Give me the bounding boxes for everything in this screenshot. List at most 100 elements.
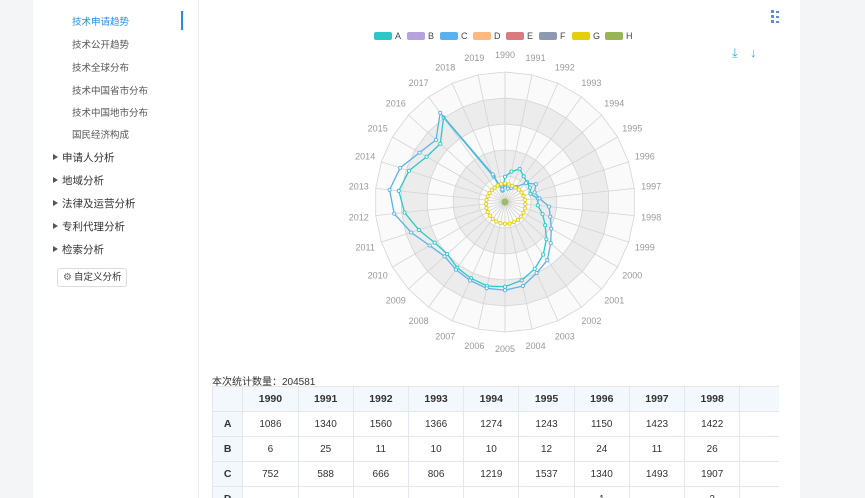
radar-point-a (396, 188, 401, 193)
radar-point-g (522, 197, 527, 202)
legend-item-a[interactable]: A (374, 31, 401, 41)
table-cell: 2 (684, 486, 741, 498)
radar-point-a (527, 185, 533, 190)
radar-axis-label: 2014 (355, 152, 375, 162)
sidebar-group-region[interactable]: 地域分析 (53, 173, 104, 188)
radar-point-g (521, 210, 526, 215)
legend-item-c[interactable]: C (440, 31, 468, 41)
legend-item-g[interactable]: G (572, 31, 600, 41)
radar-axis-label: 2012 (349, 212, 369, 222)
sidebar-group-legal[interactable]: 法律及运营分析 (53, 196, 136, 211)
right-scroll-strip (779, 0, 800, 498)
radar-axis-label: 1992 (555, 63, 575, 73)
radar-point-c (468, 278, 473, 283)
legend-item-e[interactable]: E (506, 31, 533, 41)
group-label: 法律及运营分析 (62, 198, 136, 210)
caret-right-icon (53, 154, 58, 160)
table-cell: 1340 (573, 461, 630, 487)
download-image-icon[interactable]: ⤓ (732, 45, 738, 61)
active-indicator (181, 11, 183, 30)
table-cell: 588 (297, 461, 354, 487)
legend-swatch (374, 32, 392, 40)
sidebar-group-search[interactable]: 检索分析 (53, 242, 104, 257)
table-cell: 25 (297, 436, 354, 462)
radar-axis-label: 1994 (604, 99, 624, 109)
download-data-icon[interactable]: ↓ (750, 45, 757, 60)
year-header: 1998 (684, 386, 741, 412)
caret-right-icon (53, 223, 58, 229)
radar-axis-label: 2004 (526, 341, 546, 351)
sidebar-item-publication-trend[interactable]: 技术公开趋势 (72, 37, 129, 51)
radar-point-c (549, 226, 554, 231)
legend-item-h[interactable]: H (605, 31, 633, 41)
year-header: 1996 (573, 386, 630, 412)
table-cell: 752 (242, 461, 299, 487)
radar-point-a (535, 203, 540, 208)
radar-axis-label: 2000 (622, 271, 642, 281)
table-cell: 1086 (242, 411, 299, 437)
radar-point-c (520, 283, 525, 289)
radar-point-c (392, 211, 397, 216)
radar-axis-label: 1996 (635, 152, 655, 162)
radar-point-a (509, 169, 514, 174)
table-cell (352, 486, 409, 498)
data-table: 1990 1991 1992 1993 1994 1995 1996 1997 … (212, 386, 793, 498)
sidebar-item-city-distribution[interactable]: 技术中国地市分布 (72, 105, 148, 119)
table-cell: 1274 (463, 411, 520, 437)
legend-label: B (428, 31, 435, 41)
table-cell (407, 486, 465, 498)
year-header: 1994 (463, 386, 520, 412)
radar-point-c (490, 172, 495, 177)
radar-point-g (485, 194, 490, 199)
radar-axis-label: 1997 (641, 182, 661, 192)
sidebar-group-applicant[interactable]: 申请人分析 (53, 150, 115, 165)
radar-axis-label: 2008 (409, 316, 429, 326)
legend-item-f[interactable]: F (539, 31, 566, 41)
sidebar-item-economy-composition[interactable]: 国民经济构成 (72, 127, 129, 141)
sidebar-item-application-trend[interactable]: 技术申请趋势 (72, 14, 129, 28)
custom-analysis-button[interactable]: ⚙ 自定义分析 (57, 268, 128, 287)
radar-point-c (532, 190, 537, 195)
radar-point-c (453, 267, 458, 272)
radar-axis-label: 2005 (495, 344, 515, 354)
radar-point-g (495, 183, 500, 188)
legend-item-b[interactable]: B (407, 31, 434, 41)
radar-axis-label: 2009 (386, 295, 406, 305)
radar-axis-label: 2011 (356, 242, 375, 252)
caret-right-icon (53, 200, 58, 206)
table-cell: 10 (463, 436, 520, 462)
sidebar-item-province-distribution[interactable]: 技术中国省市分布 (72, 83, 148, 97)
table-cell: 1493 (628, 461, 686, 487)
radar-axis-label: 2010 (368, 271, 388, 281)
radar-point-g (511, 220, 517, 225)
radar-point-g (515, 217, 521, 222)
radar-point-g (516, 187, 521, 192)
radar-point-a (424, 154, 429, 159)
year-header: 1991 (297, 386, 354, 412)
radar-point-a (541, 252, 546, 257)
radar-axis-label: 2015 (368, 124, 388, 134)
radar-point-c (533, 182, 538, 187)
radar-axis-label: 2016 (386, 99, 406, 109)
legend-label: D (494, 31, 501, 41)
radar-point-g (502, 221, 508, 226)
legend-swatch (506, 32, 524, 40)
table-cell: 1150 (573, 411, 630, 437)
radar-axis-label: 1991 (526, 53, 546, 63)
legend-swatch (605, 32, 623, 40)
row-label: C (212, 461, 244, 487)
legend-item-d[interactable]: D (473, 31, 501, 41)
table-cell: 666 (352, 461, 409, 487)
legend-swatch (539, 32, 557, 40)
group-label: 申请人分析 (62, 152, 115, 164)
radar-point-c (484, 286, 489, 291)
radar-point-g (490, 216, 495, 221)
radar-point-a (543, 223, 548, 228)
legend-swatch (473, 32, 491, 40)
radar-point-a (438, 141, 443, 146)
sidebar-item-global-distribution[interactable]: 技术全球分布 (72, 60, 129, 74)
sidebar-group-agency[interactable]: 专利代理分析 (53, 219, 125, 234)
radar-point-c (548, 214, 553, 219)
radar-axis-label: 2019 (464, 53, 484, 63)
radar-point-c (438, 110, 443, 115)
